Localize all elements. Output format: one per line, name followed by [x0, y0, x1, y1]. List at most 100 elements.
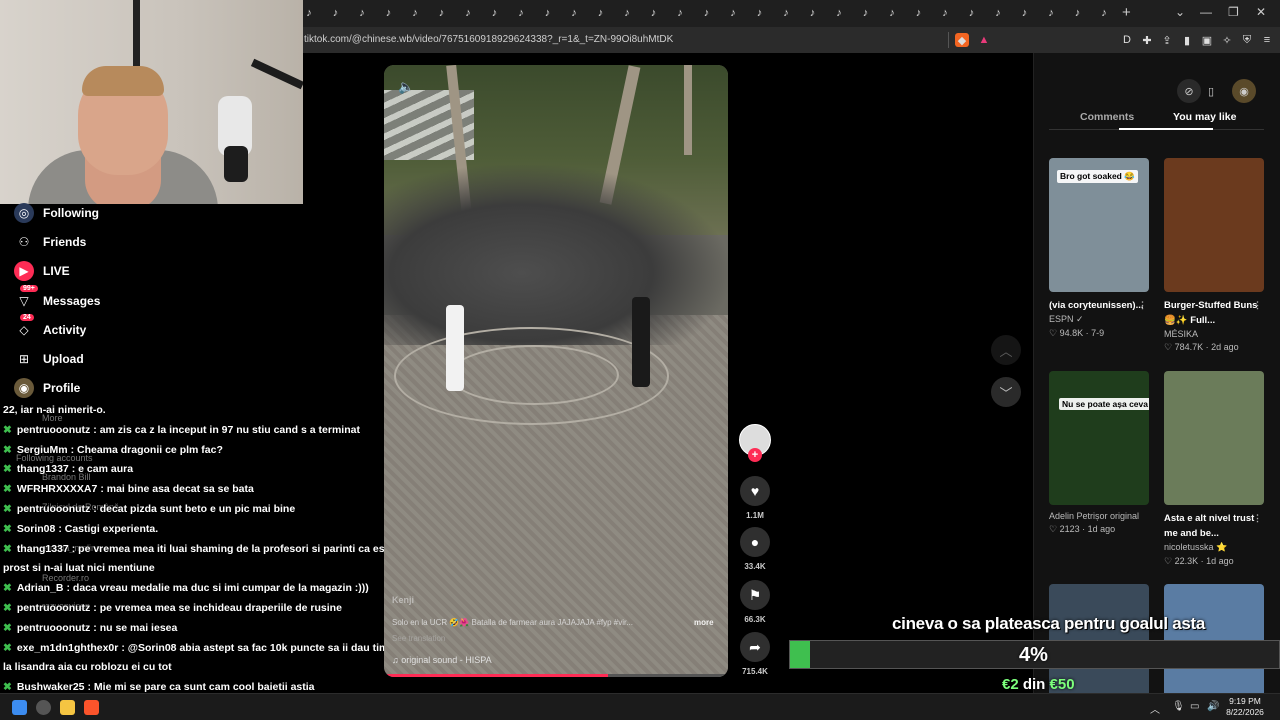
browser-tab[interactable]: ♪: [960, 4, 984, 22]
browser-tab[interactable]: ♪: [1092, 4, 1116, 22]
browser-tab[interactable]: ♪: [721, 4, 745, 22]
card-author[interactable]: MÉSIKA: [1164, 329, 1264, 339]
compass-icon[interactable]: ⊘: [1177, 79, 1201, 103]
network-icon[interactable]: ▭: [1190, 701, 1199, 712]
rewards-icon[interactable]: ▲: [977, 33, 991, 47]
browser-tab[interactable]: ♪: [562, 4, 586, 22]
tab-you-may-like[interactable]: You may like: [1173, 111, 1236, 123]
close-window-button[interactable]: ✕: [1256, 5, 1266, 19]
recommended-video-card[interactable]: Burger-Stuffed Buns 🍔✨ Full... ⋮ MÉSIKA ♡ 7…: [1164, 158, 1264, 353]
browser-tab[interactable]: ♪: [324, 4, 348, 22]
recommended-video-card[interactable]: Bro got soaked 😂 (via coryteunissen)... ⋮ E…: [1049, 158, 1149, 339]
see-translation-link[interactable]: See translation: [392, 634, 445, 643]
browser-tab[interactable]: ♪: [748, 4, 772, 22]
more-options-icon[interactable]: ⋮: [1138, 298, 1147, 313]
browser-tab[interactable]: ♪: [1013, 4, 1037, 22]
tab-comments[interactable]: Comments: [1080, 111, 1134, 123]
chat-username[interactable]: SergiuMm: [17, 444, 68, 456]
video-thumbnail[interactable]: [1164, 371, 1264, 505]
more-options-icon[interactable]: ⋮: [1253, 511, 1262, 526]
browser-tab[interactable]: ♪: [456, 4, 480, 22]
browser-tab[interactable]: ♪: [854, 4, 878, 22]
maximize-button[interactable]: ❐: [1228, 5, 1239, 19]
video-username[interactable]: Kenji: [392, 595, 414, 605]
previous-video-button[interactable]: ︿: [991, 335, 1021, 365]
video-thumbnail[interactable]: Bro got soaked 😂: [1049, 158, 1149, 292]
browser-tab[interactable]: ♪: [801, 4, 825, 22]
sidebar-item-upload[interactable]: ⊞ Upload: [14, 348, 84, 370]
card-author[interactable]: nicoletusska ⭐: [1164, 542, 1264, 553]
volume-icon[interactable]: 🔊: [1207, 701, 1219, 712]
browser-tab[interactable]: ♪: [403, 4, 427, 22]
vpn-icon[interactable]: ⛨: [1240, 33, 1254, 47]
card-author[interactable]: Adelin Petrișor original: [1049, 511, 1149, 521]
browser-tab[interactable]: ♪: [695, 4, 719, 22]
chat-username[interactable]: pentruooonutz: [17, 503, 90, 515]
video-thumbnail[interactable]: [1164, 158, 1264, 292]
sidebar-item-following[interactable]: ◎ Following: [14, 202, 99, 224]
browser-tab[interactable]: ♪: [615, 4, 639, 22]
file-explorer-icon[interactable]: [60, 700, 75, 715]
sidebar-item-profile[interactable]: ◉ Profile: [14, 377, 80, 399]
mute-icon[interactable]: 🔈: [398, 79, 414, 95]
sidebar-item-activity[interactable]: ◇ 24 Activity: [14, 314, 86, 341]
browser-tab[interactable]: ♪: [933, 4, 957, 22]
tray-chevron-icon[interactable]: ︿: [1150, 701, 1160, 716]
browser-tab[interactable]: ♪: [668, 4, 692, 22]
browser-tab[interactable]: ♪: [986, 4, 1010, 22]
wallet-icon[interactable]: ▣: [1200, 33, 1214, 47]
search-icon[interactable]: [36, 700, 51, 715]
microphone-tray-icon[interactable]: 🎙: [1172, 701, 1185, 712]
video-player[interactable]: 🔈 Kenji Solo en la UCR 🤣🌺 Batalla de far…: [384, 65, 728, 677]
next-video-button[interactable]: ﹀: [991, 377, 1021, 407]
new-tab-button[interactable]: +: [1122, 4, 1131, 21]
chat-username[interactable]: thang1337: [17, 543, 69, 555]
chat-username[interactable]: exe_m1dn1ghthex0r: [17, 642, 119, 654]
browser-tab[interactable]: ♪: [880, 4, 904, 22]
browser-tab[interactable]: ♪: [509, 4, 533, 22]
follow-plus-icon[interactable]: +: [748, 448, 762, 462]
video-progress-bar[interactable]: [384, 674, 728, 677]
recommended-video-card[interactable]: Asta e alt nivel trust me and be... ⋮ nico…: [1164, 371, 1264, 567]
extension-d-icon[interactable]: D: [1120, 33, 1134, 47]
start-icon[interactable]: [12, 700, 27, 715]
sidebar-toggle-icon[interactable]: ▮: [1180, 33, 1194, 47]
browser-tab[interactable]: ♪: [642, 4, 666, 22]
card-author[interactable]: ESPN ✓: [1049, 314, 1149, 325]
chat-username[interactable]: Adrian_B: [17, 582, 64, 594]
heart-button[interactable]: ♥: [740, 476, 770, 506]
brave-shield-icon[interactable]: ◆: [955, 33, 969, 47]
browser-tab[interactable]: ♪: [907, 4, 931, 22]
video-thumbnail[interactable]: Nu se poate așa ceva: [1049, 371, 1149, 505]
sidebar-item-messages[interactable]: ▽ 99+ Messages: [14, 285, 100, 312]
menu-icon[interactable]: ≡: [1260, 33, 1274, 47]
share-page-icon[interactable]: ⇪: [1160, 33, 1174, 47]
chat-username[interactable]: Sorin08: [17, 523, 56, 535]
more-options-icon[interactable]: ⋮: [1253, 298, 1262, 313]
browser-tab[interactable]: ♪: [589, 4, 613, 22]
chat-username[interactable]: Bushwaker25: [17, 681, 85, 693]
minimize-button[interactable]: —: [1200, 5, 1212, 19]
chat-username[interactable]: thang1337: [17, 463, 69, 475]
browser-tab[interactable]: ♪: [536, 4, 560, 22]
brave-browser-icon[interactable]: [84, 700, 99, 715]
browser-tab[interactable]: ♪: [774, 4, 798, 22]
recommended-video-card[interactable]: Nu se poate așa ceva Adelin Petrișor orig…: [1049, 371, 1149, 535]
chat-username[interactable]: pentruooonutz: [17, 424, 90, 436]
browser-tab[interactable]: ♪: [430, 4, 454, 22]
leo-ai-icon[interactable]: ✧: [1220, 33, 1234, 47]
caption-more-button[interactable]: more: [694, 618, 714, 627]
browser-tab[interactable]: ♪: [377, 4, 401, 22]
browser-tab[interactable]: ♪: [1066, 4, 1090, 22]
profile-avatar-icon[interactable]: ◉: [1232, 79, 1256, 103]
browser-tab[interactable]: ♪: [1039, 4, 1063, 22]
chat-username[interactable]: pentruooonutz: [17, 622, 90, 634]
chat-username[interactable]: WFRHRXXXXA7: [17, 483, 98, 495]
device-icon[interactable]: ▯: [1199, 79, 1223, 103]
url-field[interactable]: tiktok.com/@chinese.wb/video/76751609189…: [304, 34, 673, 45]
chat-username[interactable]: pentruooonutz: [17, 602, 90, 614]
browser-tab[interactable]: ♪: [483, 4, 507, 22]
sidebar-item-friends[interactable]: ⚇ Friends: [14, 231, 87, 253]
sidebar-item-live[interactable]: ▶ LIVE: [14, 260, 70, 282]
share-button[interactable]: ➦: [740, 632, 770, 662]
